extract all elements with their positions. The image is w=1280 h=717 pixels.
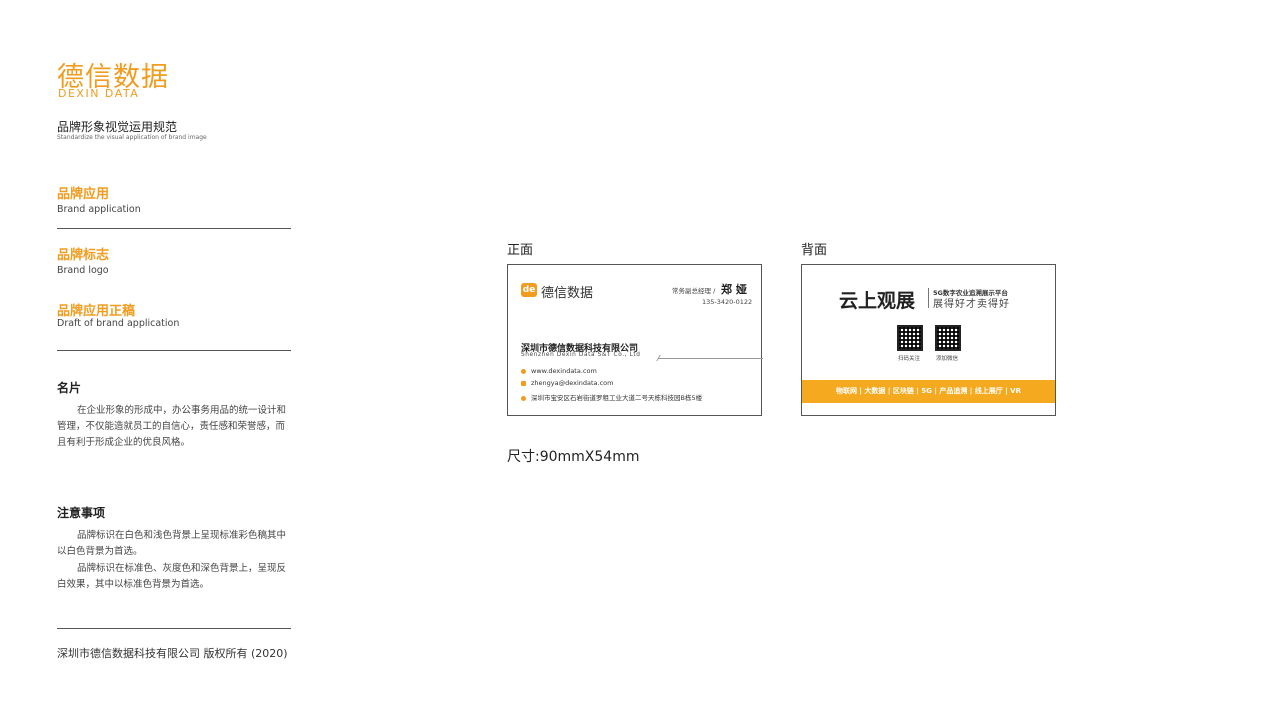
front-label: 正面 xyxy=(507,243,534,258)
card-brand-name: 德信数据 xyxy=(541,286,594,301)
section-brand-application: 品牌应用 xyxy=(57,187,110,202)
qr-code-icon xyxy=(935,325,961,351)
divider xyxy=(57,350,291,351)
card-company-name-en: Shenzhen Dexin Data S&T Co., Ltd xyxy=(521,352,641,358)
card-address-row: 深圳市宝安区石岩街道罗租工业大道二号天栋科技园B栋5楼 xyxy=(521,392,702,402)
card-divider-line xyxy=(658,358,763,359)
divider xyxy=(57,228,291,229)
card-address: 深圳市宝安区石岩街道罗租工业大道二号天栋科技园B栋5楼 xyxy=(531,394,703,402)
location-pin-icon xyxy=(521,395,526,401)
copyright-footer: 深圳市德信数据科技有限公司 版权所有 (2020) xyxy=(57,647,288,660)
card-email-row: zhengya@dexindata.com xyxy=(521,379,613,387)
back-feature-bar: 物联网 | 大数据 | 区块链 | 5G | 产品追溯 | 线上展厅 | VR xyxy=(802,380,1055,403)
business-card-back: 云上观展 5G数字农业追溯展示平台 展得好才卖得好 扫码关注 添加微信 物联网 … xyxy=(801,264,1056,416)
brand-badge-icon: de xyxy=(521,283,537,297)
card-job-title: 常务副总经理 / xyxy=(672,287,716,295)
back-separator xyxy=(928,288,929,308)
back-slogan: 展得好才卖得好 xyxy=(933,299,1010,310)
card-person-name: 郑 娅 xyxy=(721,283,747,296)
business-card-front: de 德信数据 常务副总经理 / 郑 娅 135-3420-0122 深圳市德信… xyxy=(507,264,763,416)
section-brand-logo: 品牌标志 xyxy=(57,248,110,263)
divider xyxy=(57,628,291,629)
section-brand-draft: 品牌应用正稿 xyxy=(57,304,136,319)
globe-icon xyxy=(521,368,526,374)
card-phone: 135-3420-0122 xyxy=(702,298,753,306)
back-headline: 云上观展 xyxy=(839,290,916,312)
qr-caption-follow: 扫码关注 xyxy=(898,356,921,362)
section-brand-logo-en: Brand logo xyxy=(57,265,109,276)
notes-paragraph-1: 品牌标识在白色和浅色背景上呈现标准彩色稿其中以白色背景为首选。 xyxy=(57,530,287,557)
notes-paragraph-2: 品牌标识在标准色、灰度色和深色背景上，呈现反白效果，其中以标准色背景为首选。 xyxy=(57,563,287,590)
section-brand-application-en: Brand application xyxy=(57,204,141,215)
card-size-label: 尺寸:90mmX54mm xyxy=(507,449,640,465)
brand-logo-subtext: DEXIN DATA xyxy=(58,87,140,100)
card-email: zhengya@dexindata.com xyxy=(531,379,614,387)
business-card-heading: 名片 xyxy=(57,381,82,395)
qr-code-icon xyxy=(897,325,923,351)
section-brand-draft-en: Draft of brand application xyxy=(57,318,180,329)
notes-heading: 注意事项 xyxy=(57,506,106,520)
qr-caption-wechat: 添加微信 xyxy=(936,356,959,362)
page-subtitle: Standardize the visual application of br… xyxy=(57,134,207,141)
page-title: 品牌形象视觉运用规范 xyxy=(57,120,178,134)
business-card-description: 在企业形象的形成中，办公事务用品的统一设计和管理，不仅能造就员工的自信心，责任感… xyxy=(57,405,287,448)
card-website-row: www.dexindata.com xyxy=(521,367,597,375)
card-website: www.dexindata.com xyxy=(531,367,597,375)
back-label: 背面 xyxy=(801,243,828,258)
mail-icon xyxy=(521,380,526,386)
